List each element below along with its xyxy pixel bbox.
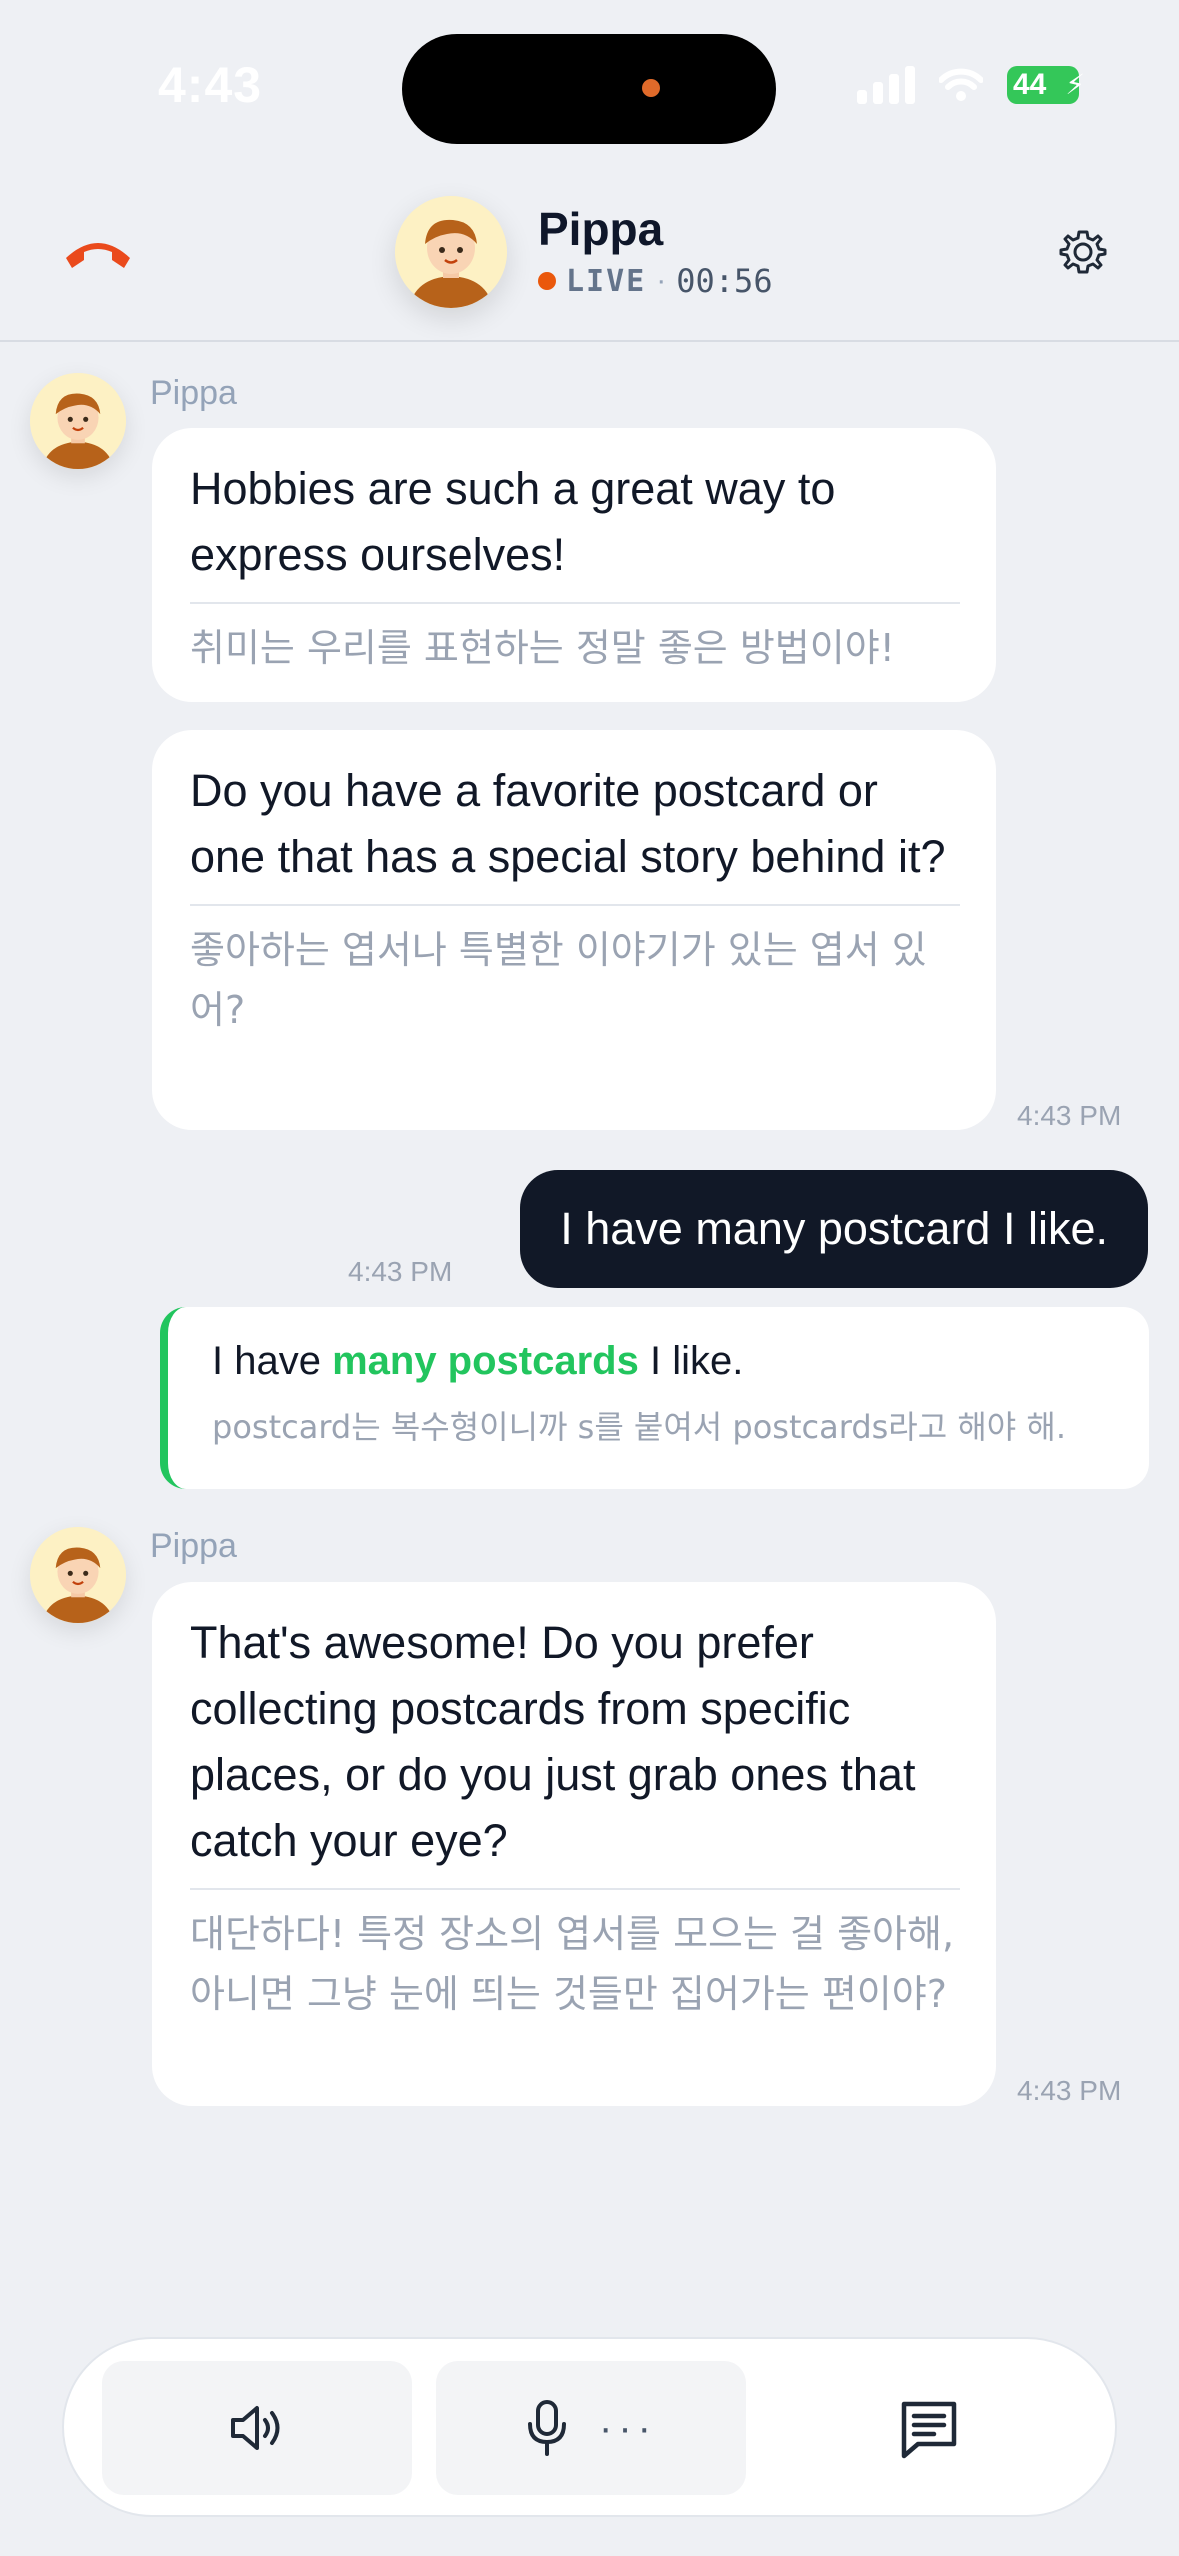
battery-level: 44 <box>1013 68 1047 101</box>
correction-explanation: postcard는 복수형이니까 s를 붙여서 postcards라고 해야 해… <box>212 1408 1067 1446</box>
message-text: That's awesome! Do you prefer collecting… <box>190 1617 916 1866</box>
microphone-icon <box>528 2400 567 2456</box>
dynamic-island <box>402 34 776 144</box>
assistant-message-bubble: That's awesome! Do you prefer collecting… <box>152 1582 996 2106</box>
hang-up-button[interactable] <box>58 228 138 278</box>
live-indicator <box>538 272 556 290</box>
message-timestamp: 4:43 PM <box>1017 2075 1122 2106</box>
sender-name: Pippa <box>150 1527 237 1565</box>
message-square-text-icon <box>901 2401 957 2459</box>
avatar <box>30 373 126 469</box>
gear-icon <box>1059 230 1107 274</box>
call-timer: 00:56 <box>676 262 773 300</box>
call-header: Pippa LIVE · 00:56 <box>0 168 1179 342</box>
settings-button[interactable] <box>1055 224 1111 280</box>
wifi-icon <box>939 68 983 102</box>
message-translation: 취미는 우리를 표현하는 정말 좋은 방법이야! <box>190 626 895 670</box>
message-timestamp: 4:43 PM <box>1017 1100 1122 1131</box>
avatar <box>395 196 507 308</box>
phone-hangup-icon <box>66 243 130 268</box>
assistant-message-bubble: Do you have a favorite postcard or one t… <box>152 730 996 1130</box>
contact-name: Pippa <box>538 203 664 255</box>
status-icons: 44 ⚡ <box>857 66 1085 104</box>
charging-bolt-icon: ⚡ <box>1065 69 1085 100</box>
live-label: LIVE <box>566 263 647 299</box>
divider <box>190 602 960 604</box>
battery-icon: 44 ⚡ <box>1007 66 1085 104</box>
call-controls-bar: ··· <box>62 2337 1117 2517</box>
divider <box>190 1888 960 1890</box>
separator: · <box>656 264 667 297</box>
user-message-bubble: I have many postcard I like. <box>520 1170 1148 1288</box>
call-status: LIVE · 00:56 <box>538 262 773 300</box>
transcript-button[interactable] <box>894 2394 964 2464</box>
cellular-signal-icon <box>857 66 915 104</box>
avatar <box>30 1527 126 1623</box>
assistant-message-bubble: Hobbies are such a great way to express … <box>152 428 996 702</box>
message-translation: 대단하다! 특정 장소의 엽서를 모으는 걸 좋아해, 아니면 그냥 눈에 띄는… <box>190 1912 955 2016</box>
correction-after: I like. <box>638 1339 744 1383</box>
speaker-button[interactable] <box>102 2361 412 2495</box>
grammar-correction-card: I have many postcards I like. postcard는 … <box>160 1307 1149 1489</box>
message-text: Hobbies are such a great way to express … <box>190 463 836 580</box>
speaker-icon <box>231 2406 280 2450</box>
divider <box>190 904 960 906</box>
message-translation: 좋아하는 엽서나 특별한 이야기가 있는 엽서 있어? <box>190 928 927 1032</box>
sender-name: Pippa <box>150 374 237 412</box>
mic-activity-dots: ··· <box>599 2405 657 2450</box>
microphone-button[interactable]: ··· <box>436 2361 746 2495</box>
message-text: Do you have a favorite postcard or one t… <box>190 765 946 882</box>
correction-before: I have <box>212 1339 333 1383</box>
status-time: 4:43 <box>158 57 263 113</box>
corrected-sentence: I have many postcards I like. <box>212 1339 1149 1384</box>
message-timestamp: 4:43 PM <box>348 1256 453 1287</box>
correction-highlight: many postcards <box>332 1339 639 1383</box>
camera-dot <box>642 79 660 97</box>
